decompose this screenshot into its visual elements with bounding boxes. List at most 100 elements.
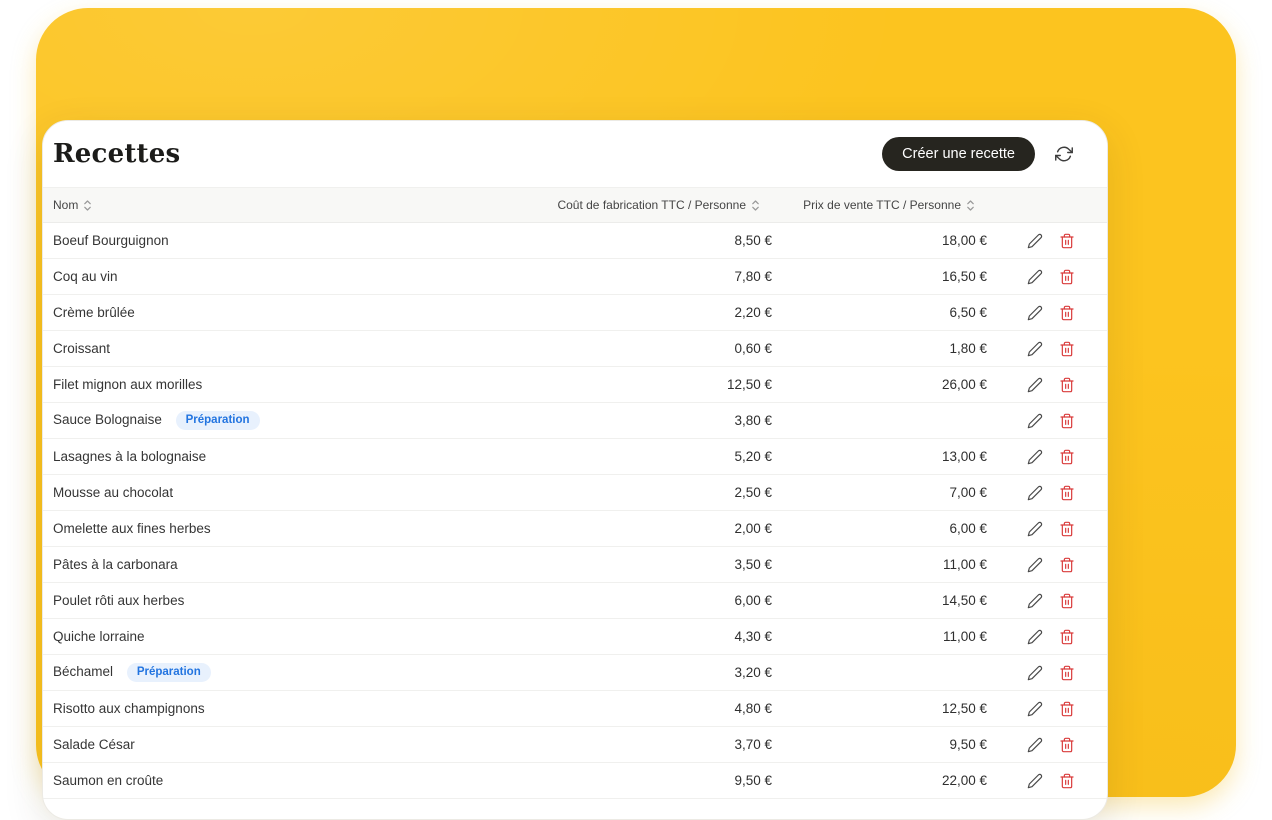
cost-value: 3,80 €: [484, 403, 774, 439]
create-recipe-button[interactable]: Créer une recette: [882, 137, 1035, 171]
delete-recipe-button[interactable]: [1059, 413, 1075, 429]
edit-recipe-button[interactable]: [1027, 233, 1043, 249]
price-value: 6,00 €: [774, 511, 989, 547]
recipe-name: Croissant: [53, 341, 110, 356]
recipe-name: Coq au vin: [53, 269, 118, 284]
delete-recipe-button[interactable]: [1059, 629, 1075, 645]
table-row: Pâtes à la carbonara 3,50 € 11,00 €: [43, 547, 1107, 583]
page-title: Recettes: [53, 139, 180, 169]
cost-value: 3,20 €: [484, 655, 774, 691]
edit-recipe-button[interactable]: [1027, 593, 1043, 609]
table-row: Croissant 0,60 € 1,80 €: [43, 331, 1107, 367]
column-header-nom[interactable]: Nom: [43, 188, 484, 223]
delete-recipe-button[interactable]: [1059, 233, 1075, 249]
column-header-cout[interactable]: Coût de fabrication TTC / Personne: [484, 188, 774, 223]
price-value: 11,00 €: [774, 619, 989, 655]
edit-recipe-button[interactable]: [1027, 341, 1043, 357]
edit-recipe-button[interactable]: [1027, 269, 1043, 285]
delete-recipe-button[interactable]: [1059, 737, 1075, 753]
header-actions: Créer une recette: [882, 137, 1075, 171]
price-value: 18,00 €: [774, 223, 989, 259]
cost-value: 2,00 €: [484, 511, 774, 547]
cost-value: 2,20 €: [484, 295, 774, 331]
recipe-name: Saumon en croûte: [53, 773, 163, 788]
cost-value: 3,50 €: [484, 547, 774, 583]
column-header-prix[interactable]: Prix de vente TTC / Personne: [774, 188, 989, 223]
sort-icon[interactable]: [751, 199, 760, 212]
edit-recipe-button[interactable]: [1027, 737, 1043, 753]
price-value: 14,50 €: [774, 583, 989, 619]
delete-recipe-button[interactable]: [1059, 269, 1075, 285]
recipe-name: Filet mignon aux morilles: [53, 377, 202, 392]
sort-icon[interactable]: [966, 199, 975, 212]
recipe-name: Pâtes à la carbonara: [53, 557, 178, 572]
recipe-name: Lasagnes à la bolognaise: [53, 449, 206, 464]
delete-recipe-button[interactable]: [1059, 665, 1075, 681]
recipe-name: Salade César: [53, 737, 135, 752]
edit-recipe-button[interactable]: [1027, 485, 1043, 501]
delete-recipe-button[interactable]: [1059, 377, 1075, 393]
price-value: 12,50 €: [774, 691, 989, 727]
card-header: Recettes Créer une recette: [43, 121, 1107, 187]
table-row: Béchamel Préparation 3,20 €: [43, 655, 1107, 691]
table-row: Coq au vin 7,80 € 16,50 €: [43, 259, 1107, 295]
recipe-name: Crème brûlée: [53, 305, 135, 320]
cost-value: 5,20 €: [484, 439, 774, 475]
price-value: 6,50 €: [774, 295, 989, 331]
edit-recipe-button[interactable]: [1027, 629, 1043, 645]
delete-recipe-button[interactable]: [1059, 773, 1075, 789]
price-value: 9,50 €: [774, 727, 989, 763]
table-row: Saumon en croûte 9,50 € 22,00 €: [43, 763, 1107, 799]
price-value: [774, 655, 989, 691]
edit-recipe-button[interactable]: [1027, 377, 1043, 393]
cost-value: 4,80 €: [484, 691, 774, 727]
delete-recipe-button[interactable]: [1059, 701, 1075, 717]
price-value: 22,00 €: [774, 763, 989, 799]
cost-value: 8,50 €: [484, 223, 774, 259]
edit-recipe-button[interactable]: [1027, 521, 1043, 537]
column-label: Prix de vente TTC / Personne: [803, 198, 961, 212]
table-row: Poulet rôti aux herbes 6,00 € 14,50 €: [43, 583, 1107, 619]
delete-recipe-button[interactable]: [1059, 341, 1075, 357]
preparation-badge: Préparation: [127, 663, 211, 682]
delete-recipe-button[interactable]: [1059, 305, 1075, 321]
sort-icon[interactable]: [83, 199, 92, 212]
edit-recipe-button[interactable]: [1027, 413, 1043, 429]
edit-recipe-button[interactable]: [1027, 305, 1043, 321]
edit-recipe-button[interactable]: [1027, 773, 1043, 789]
recipes-table: Nom Coût de fabrication TTC / Personne: [43, 187, 1107, 799]
edit-recipe-button[interactable]: [1027, 557, 1043, 573]
delete-recipe-button[interactable]: [1059, 449, 1075, 465]
cost-value: 12,50 €: [484, 367, 774, 403]
cost-value: 7,80 €: [484, 259, 774, 295]
delete-recipe-button[interactable]: [1059, 521, 1075, 537]
price-value: [774, 403, 989, 439]
recipe-name: Boeuf Bourguignon: [53, 233, 169, 248]
preparation-badge: Préparation: [176, 411, 260, 430]
cost-value: 6,00 €: [484, 583, 774, 619]
recipes-card: Recettes Créer une recette Nom: [42, 120, 1108, 820]
price-value: 16,50 €: [774, 259, 989, 295]
edit-recipe-button[interactable]: [1027, 449, 1043, 465]
edit-recipe-button[interactable]: [1027, 665, 1043, 681]
column-header-actions: [989, 188, 1107, 223]
table-row: Boeuf Bourguignon 8,50 € 18,00 €: [43, 223, 1107, 259]
edit-recipe-button[interactable]: [1027, 701, 1043, 717]
recipe-name: Quiche lorraine: [53, 629, 145, 644]
refresh-icon[interactable]: [1053, 143, 1075, 165]
price-value: 1,80 €: [774, 331, 989, 367]
table-row: Salade César 3,70 € 9,50 €: [43, 727, 1107, 763]
delete-recipe-button[interactable]: [1059, 557, 1075, 573]
price-value: 11,00 €: [774, 547, 989, 583]
delete-recipe-button[interactable]: [1059, 593, 1075, 609]
table-row: Risotto aux champignons 4,80 € 12,50 €: [43, 691, 1107, 727]
recipe-name: Omelette aux fines herbes: [53, 521, 211, 536]
table-row: Sauce Bolognaise Préparation 3,80 €: [43, 403, 1107, 439]
table-row: Quiche lorraine 4,30 € 11,00 €: [43, 619, 1107, 655]
column-label: Coût de fabrication TTC / Personne: [557, 198, 746, 212]
recipe-name: Poulet rôti aux herbes: [53, 593, 184, 608]
recipe-name: Sauce Bolognaise: [53, 412, 162, 427]
delete-recipe-button[interactable]: [1059, 485, 1075, 501]
table-row: Crème brûlée 2,20 € 6,50 €: [43, 295, 1107, 331]
price-value: 13,00 €: [774, 439, 989, 475]
